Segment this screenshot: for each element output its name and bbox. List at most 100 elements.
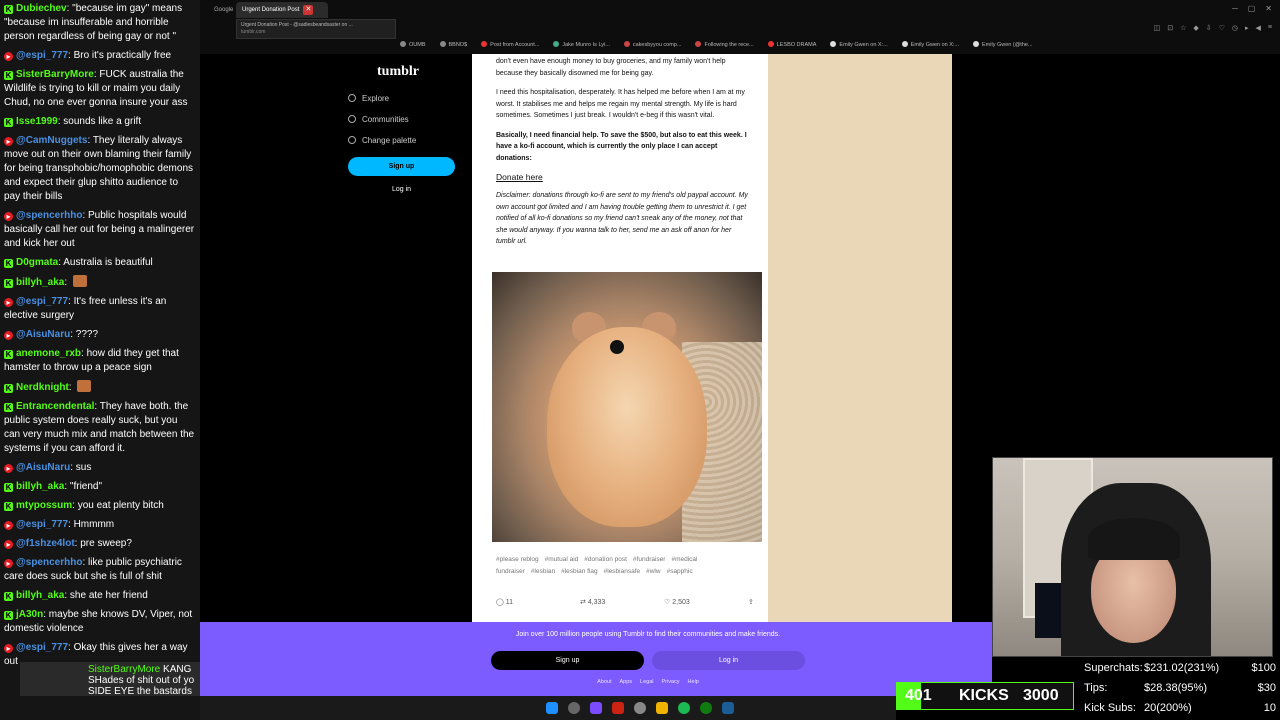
nav-communities[interactable]: Communities [348, 115, 409, 124]
nav-change-palette[interactable]: Change palette [348, 136, 416, 145]
chat-username[interactable]: Isse1999 [16, 116, 58, 127]
communities-icon [348, 115, 356, 123]
reblog-action[interactable]: ⇄ 4,333 [580, 598, 605, 606]
opera-icon[interactable] [612, 702, 624, 714]
nav-explore[interactable]: Explore [348, 94, 389, 103]
bookmark-icon[interactable]: ☆ [1180, 24, 1186, 32]
like-action[interactable]: ♡ 2,503 [664, 598, 690, 606]
chat-username[interactable]: @spencerhho [16, 210, 82, 221]
post-tag[interactable]: #lesbian [531, 568, 555, 575]
history-icon[interactable]: ◷ [1232, 24, 1238, 32]
chat-username[interactable]: @spencerhho [16, 557, 82, 568]
chat-username[interactable]: billyh_aka [16, 277, 64, 288]
tab-urgent-donation[interactable]: Urgent Donation Post ✕ [236, 2, 328, 18]
windows-start-icon[interactable] [546, 702, 558, 714]
chat-username[interactable]: @AisuNaru [16, 462, 70, 473]
pinned-line2: SHades of shit out of yo [88, 675, 195, 686]
chat-username[interactable]: @AisuNaru [16, 329, 70, 340]
youtube-icon: ▸ [4, 521, 13, 530]
donate-link[interactable]: Donate here [496, 172, 748, 182]
sidebar-signup-button[interactable]: Sign up [348, 157, 455, 176]
maximize-icon[interactable]: ▢ [1248, 4, 1256, 13]
chat-username[interactable]: Entrancendental [16, 401, 94, 412]
pinned-user: SisterBarryMore [88, 664, 161, 675]
forward-icon[interactable]: ▸ [1245, 24, 1249, 32]
chat-message: ▸ @spencerhho: Public hospitals would bas… [4, 210, 195, 249]
footer-link[interactable]: About [597, 679, 611, 685]
banner-login-button[interactable]: Log in [652, 651, 805, 670]
app-icon[interactable] [590, 702, 602, 714]
bookmark-item[interactable]: Post from Account... [481, 38, 539, 52]
minimize-icon[interactable]: ─ [1232, 4, 1238, 13]
post-tag[interactable]: #mutual aid [545, 556, 579, 563]
chat-username[interactable]: Nerdknight [16, 382, 69, 393]
post-tag[interactable]: #wlw [646, 568, 660, 575]
post-tag[interactable]: #lesbiansafe [604, 568, 641, 575]
youtube-icon: ▸ [4, 212, 13, 221]
post-tag[interactable]: #donation post [584, 556, 627, 563]
download-icon[interactable]: ⇩ [1206, 24, 1212, 32]
chat-username[interactable]: Dubiechev [16, 3, 67, 14]
chat-username[interactable]: @espi_777 [16, 296, 68, 307]
menu-icon[interactable]: ≡ [1268, 24, 1272, 32]
tab-google[interactable]: Google [208, 2, 238, 18]
chat-username[interactable]: D0gmata [16, 257, 58, 268]
bookmark-favicon-icon [439, 41, 446, 47]
chat-username[interactable]: @espi_777 [16, 519, 68, 530]
bookmark-item[interactable]: OUMB [400, 38, 426, 52]
post-tag[interactable]: #fundraiser [633, 556, 666, 563]
chat-username[interactable]: billyh_aka [16, 481, 64, 492]
chat-username[interactable]: @f1shze4lot [16, 538, 75, 549]
reply-action[interactable]: ◯ 11 [496, 598, 513, 606]
footer-link[interactable]: Apps [620, 679, 633, 685]
bookmark-item[interactable]: Jake Munro Is Lyi... [553, 38, 610, 52]
bookmark-item[interactable]: Emily Gwen (@the... [973, 38, 1033, 52]
chat-username[interactable]: billyh_aka [16, 590, 64, 601]
bookmark-item[interactable]: cakesbyyou comp... [623, 38, 681, 52]
chat-username[interactable]: SisterBarryMore [16, 69, 94, 80]
bookmark-favicon-icon [481, 41, 488, 47]
extension-icon[interactable]: ◫ [1154, 24, 1161, 32]
speaker-icon[interactable]: ◀ [1256, 24, 1261, 32]
bookmark-favicon-icon [830, 41, 837, 47]
post-tag[interactable]: #sapphic [667, 568, 693, 575]
bookmark-favicon-icon [973, 41, 980, 47]
chat-message: ▸ @espi_777: It's free unless it's an ele… [4, 296, 167, 321]
post-tag[interactable]: #please reblog [496, 556, 539, 563]
close-window-icon[interactable]: ✕ [1265, 4, 1272, 13]
sidebar-login-button[interactable]: Log in [348, 182, 455, 198]
close-icon[interactable]: ✕ [303, 5, 314, 15]
reader-icon[interactable]: ⊡ [1167, 24, 1173, 32]
bookmark-item[interactable]: BBNO$ [439, 38, 467, 52]
bookmark-item[interactable]: Emily Gwen on X:... [901, 38, 959, 52]
bookmark-item[interactable]: Following the rece... [695, 38, 754, 52]
shield-icon[interactable]: ◆ [1193, 24, 1198, 32]
chat-text: you eat plenty bitch [77, 500, 164, 511]
bookmark-item[interactable]: Emily Gwen on X:... [830, 38, 888, 52]
chrome-icon[interactable] [634, 702, 646, 714]
chat-username[interactable]: @CamNuggets [16, 135, 87, 146]
chat-username[interactable]: @espi_777 [16, 642, 68, 653]
chat-username[interactable]: anemone_rxb [16, 348, 81, 359]
post-tag[interactable]: #lesbian flag [561, 568, 598, 575]
footer-link[interactable]: Legal [640, 679, 653, 685]
steam-icon[interactable] [722, 702, 734, 714]
share-icon[interactable]: ⇪ [748, 598, 754, 606]
heart-icon[interactable]: ♡ [1219, 24, 1225, 32]
xbox-icon[interactable] [700, 702, 712, 714]
chat-username[interactable]: mtypossum [16, 500, 72, 511]
tumblr-logo[interactable]: tumblr [377, 64, 419, 80]
chat-username[interactable]: @espi_777 [16, 50, 68, 61]
search-icon[interactable] [568, 702, 580, 714]
footer-link[interactable]: Privacy [662, 679, 680, 685]
chat-text: pre sweep? [80, 538, 132, 549]
banner-signup-button[interactable]: Sign up [491, 651, 644, 670]
kicks-goal-bar: 401 KICKS 3000 [896, 682, 1074, 710]
chat-username[interactable]: jA30n [16, 609, 43, 620]
spotify-icon[interactable] [678, 702, 690, 714]
bookmark-item[interactable]: LESBO DRAMA [767, 38, 816, 52]
folder-icon[interactable] [656, 702, 668, 714]
footer-link[interactable]: Help [688, 679, 699, 685]
hamster-image[interactable] [492, 272, 762, 542]
pinned-line3: SIDE EYE the bastards [88, 686, 192, 697]
